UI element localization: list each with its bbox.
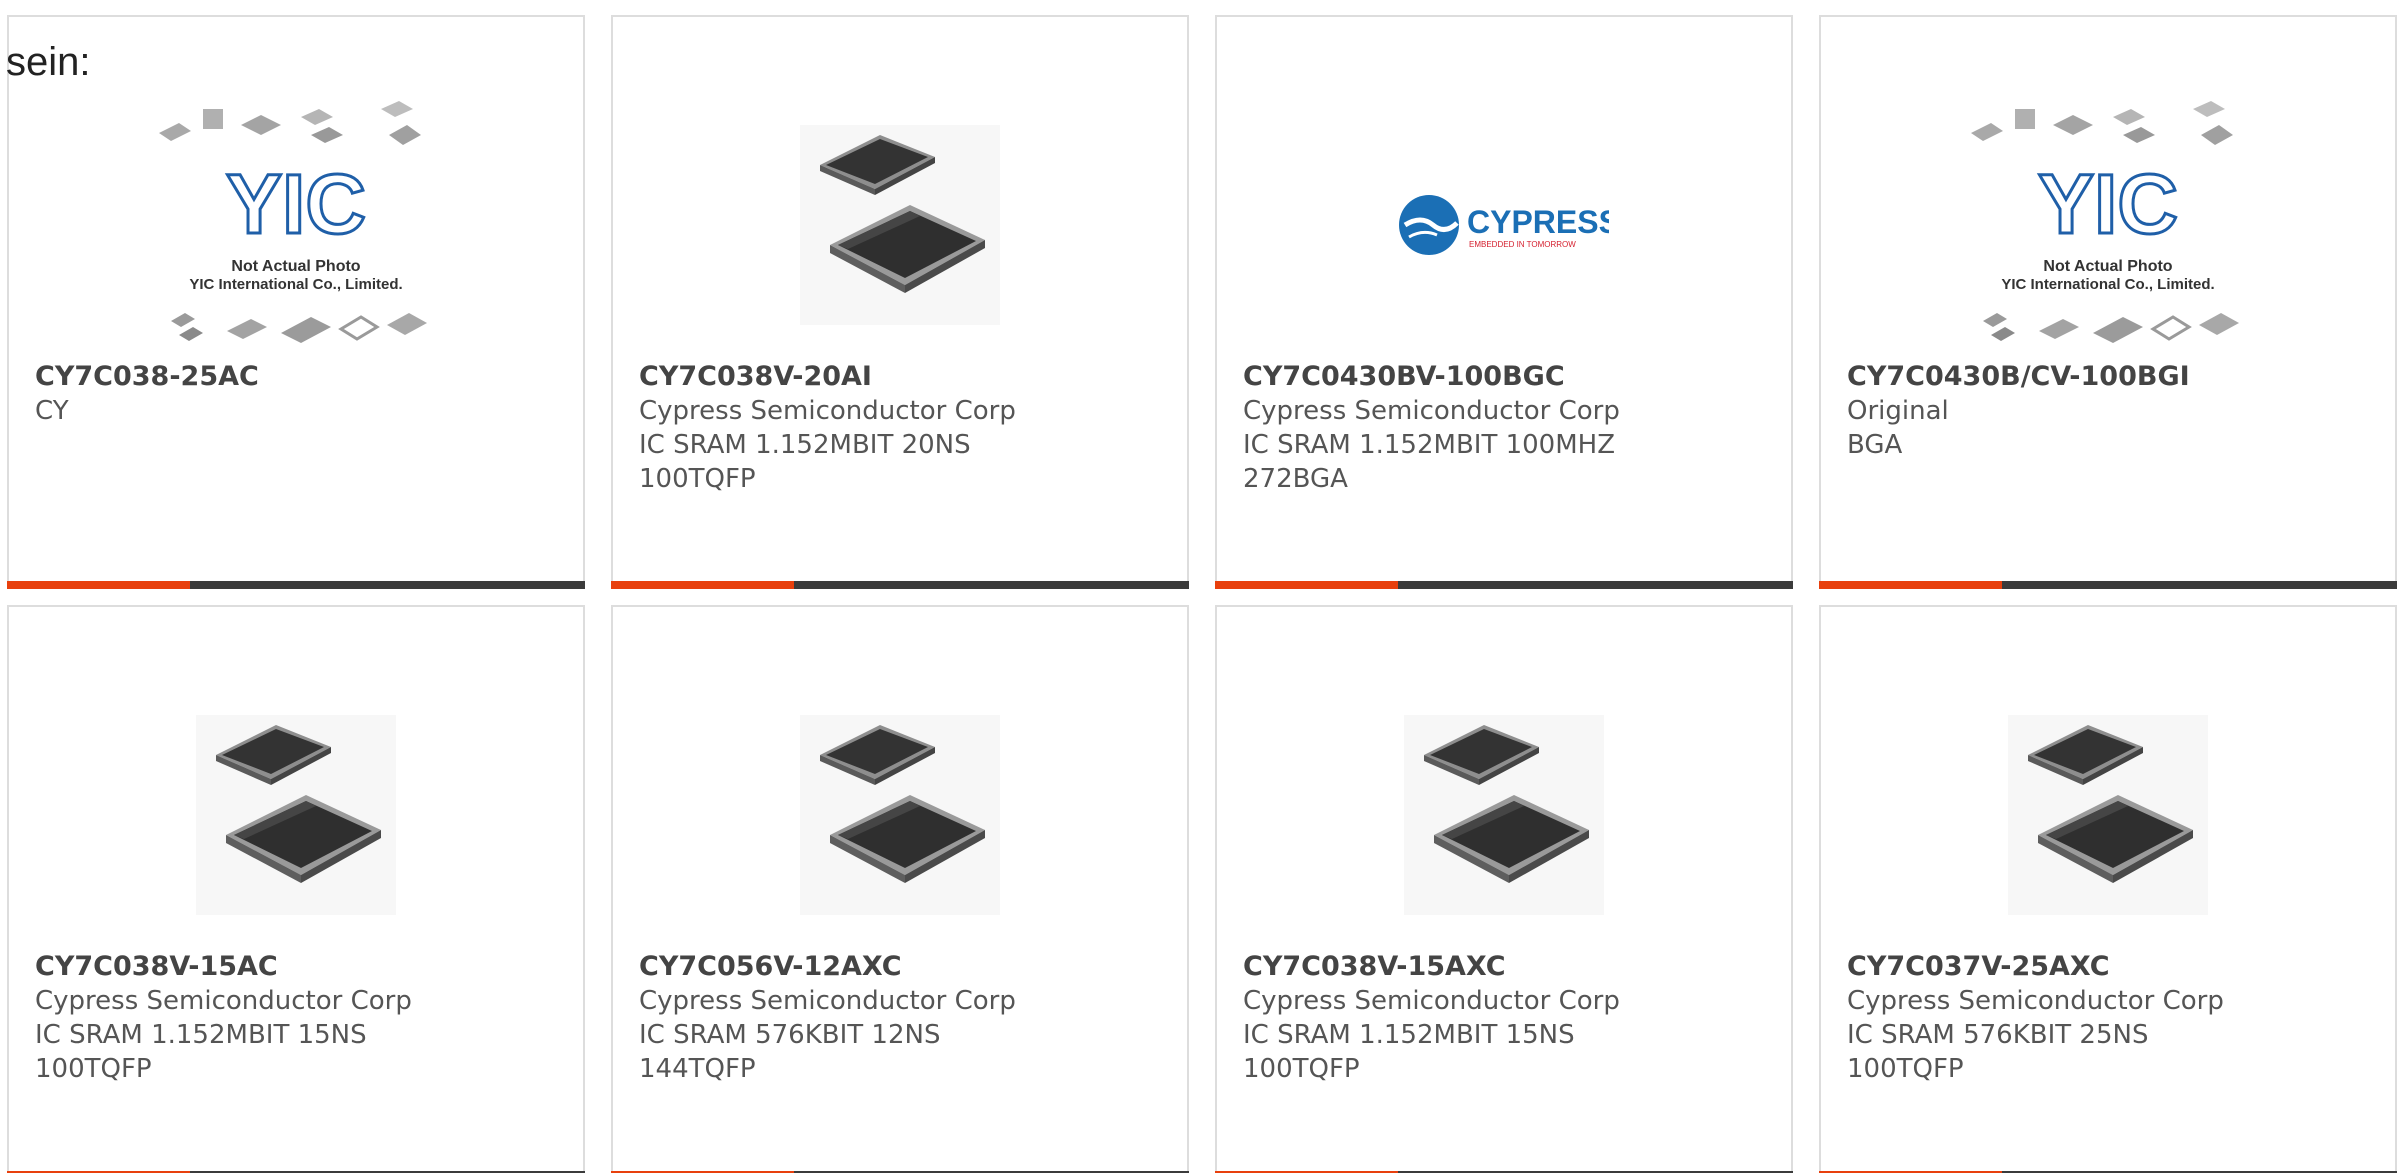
product-description: Original BGA (1847, 394, 2267, 462)
card-accent-highlight (1819, 581, 2002, 589)
svg-text:YIC: YIC (2038, 157, 2178, 251)
product-image[interactable]: YIC Not Actual Photo YIC International C… (9, 85, 583, 365)
product-image[interactable]: YIC Not Actual Photo YIC International C… (1821, 85, 2395, 365)
product-image[interactable]: CYPRESS EMBEDDED IN TOMORROW (1217, 85, 1791, 365)
product-description: Cypress Semiconductor Corp IC SRAM 576KBI… (639, 984, 1059, 1086)
not-actual-photo-placeholder: YIC Not Actual Photo YIC International C… (159, 101, 427, 343)
card-accent-bar (1819, 581, 2397, 589)
chip-package-image (1404, 715, 1604, 915)
product-info: CY7C056V-12AXC Cypress Semiconductor Corp… (639, 950, 1167, 1086)
part-number-link[interactable]: CY7C0430B/CV-100BGI (1847, 360, 2375, 394)
card-accent-bar (611, 581, 1189, 589)
description-line: IC SRAM 1.152MBIT 15NS (35, 1020, 367, 1050)
product-info: CY7C038V-15AC Cypress Semiconductor Corp I… (35, 950, 563, 1086)
intro-text: sein: (6, 40, 91, 84)
description-line: Cypress Semiconductor Corp (1847, 986, 2224, 1016)
product-image[interactable] (613, 85, 1187, 365)
description-line: IC SRAM 576KBIT 12NS 144TQFP (639, 1020, 941, 1084)
description-line: IC SRAM 576KBIT 25NS 100TQFP (1847, 1020, 2149, 1084)
svg-text:Not Actual Photo: Not Actual Photo (231, 258, 360, 275)
card-accent-highlight (7, 581, 190, 589)
product-info: CY7C038V-15AXC Cypress Semiconductor Corp… (1243, 950, 1771, 1086)
card-accent-highlight (1215, 581, 1398, 589)
product-description: Cypress Semiconductor Corp IC SRAM 1.152M… (35, 984, 455, 1086)
cypress-logo-image: CYPRESS EMBEDDED IN TOMORROW (1399, 195, 1609, 255)
product-info: CY7C0430BV-100BGC Cypress Semiconductor C… (1243, 360, 1771, 496)
chip-package-image (196, 715, 396, 915)
not-actual-photo-placeholder: YIC Not Actual Photo YIC International C… (1971, 101, 2239, 343)
product-image[interactable] (1821, 675, 2395, 955)
description-line: IC SRAM 1.152MBIT 100MHZ (1243, 430, 1616, 460)
product-info: CY7C038V-20AI Cypress Semiconductor Corp I… (639, 360, 1167, 496)
product-info: CY7C038-25AC CY (35, 360, 563, 428)
description-line: Cypress Semiconductor Corp (1243, 986, 1620, 1016)
product-grid-page: sein: YIC Not Actual Photo YIC Internati… (0, 0, 2400, 1173)
product-card[interactable]: CY7C056V-12AXC Cypress Semiconductor Corp… (611, 605, 1189, 1173)
part-number-link[interactable]: CY7C038V-15AXC (1243, 950, 1771, 984)
svg-text:YIC: YIC (226, 157, 366, 251)
description-line: Original (1847, 396, 1949, 426)
description-line: IC SRAM 1.152MBIT 15NS (1243, 1020, 1575, 1050)
description-line: IC SRAM 1.152MBIT 20NS (639, 430, 971, 460)
part-number-link[interactable]: CY7C0430BV-100BGC (1243, 360, 1771, 394)
product-description: CY (35, 394, 455, 428)
description-line: 100TQFP (639, 464, 756, 494)
part-number-link[interactable]: CY7C056V-12AXC (639, 950, 1167, 984)
product-image[interactable] (1217, 675, 1791, 955)
part-number-link[interactable]: CY7C038V-15AC (35, 950, 563, 984)
description-line: 100TQFP (1243, 1054, 1360, 1084)
part-number-link[interactable]: CY7C038-25AC (35, 360, 563, 394)
card-accent-highlight (611, 581, 794, 589)
product-grid: YIC Not Actual Photo YIC International C… (7, 15, 2397, 1173)
product-description: Cypress Semiconductor Corp IC SRAM 1.152M… (1243, 984, 1663, 1086)
product-info: CY7C037V-25AXC Cypress Semiconductor Corp… (1847, 950, 2375, 1086)
description-line: 100TQFP (35, 1054, 152, 1084)
part-number-link[interactable]: CY7C038V-20AI (639, 360, 1167, 394)
chip-package-image (2008, 715, 2208, 915)
description-line: Cypress Semiconductor Corp (639, 396, 1016, 426)
svg-text:Not Actual Photo: Not Actual Photo (2043, 258, 2172, 275)
svg-text:YIC International Co., Limited: YIC International Co., Limited. (189, 276, 402, 293)
product-card[interactable]: CY7C037V-25AXC Cypress Semiconductor Corp… (1819, 605, 2397, 1173)
product-card[interactable]: CYPRESS EMBEDDED IN TOMORROW CY7C0430BV-… (1215, 15, 1793, 589)
product-card[interactable]: CY7C038V-20AI Cypress Semiconductor Corp I… (611, 15, 1189, 589)
product-card[interactable]: CY7C038V-15AXC Cypress Semiconductor Corp… (1215, 605, 1793, 1173)
chip-package-image (800, 125, 1000, 325)
product-card[interactable]: CY7C038V-15AC Cypress Semiconductor Corp I… (7, 605, 585, 1173)
card-accent-bar (7, 581, 585, 589)
svg-text:YIC International Co., Limited: YIC International Co., Limited. (2001, 276, 2214, 293)
description-line: Cypress Semiconductor Corp (1243, 396, 1620, 426)
svg-text:EMBEDDED IN TOMORROW: EMBEDDED IN TOMORROW (1469, 240, 1576, 249)
product-description: Cypress Semiconductor Corp IC SRAM 1.152M… (1243, 394, 1663, 496)
product-description: Cypress Semiconductor Corp IC SRAM 1.152M… (639, 394, 1059, 496)
product-image[interactable] (9, 675, 583, 955)
chip-package-image (800, 715, 1000, 915)
product-info: CY7C0430B/CV-100BGI Original BGA (1847, 360, 2375, 462)
description-line: Cypress Semiconductor Corp (35, 986, 412, 1016)
card-accent-bar (1215, 581, 1793, 589)
description-line: Cypress Semiconductor Corp (639, 986, 1016, 1016)
product-image[interactable] (613, 675, 1187, 955)
part-number-link[interactable]: CY7C037V-25AXC (1847, 950, 2375, 984)
description-line: BGA (1847, 430, 1903, 460)
svg-text:CYPRESS: CYPRESS (1467, 204, 1609, 240)
product-card[interactable]: YIC Not Actual Photo YIC International C… (7, 15, 585, 589)
description-line: CY (35, 396, 69, 426)
product-description: Cypress Semiconductor Corp IC SRAM 576KBI… (1847, 984, 2267, 1086)
product-card[interactable]: YIC Not Actual Photo YIC International C… (1819, 15, 2397, 589)
description-line: 272BGA (1243, 464, 1348, 494)
